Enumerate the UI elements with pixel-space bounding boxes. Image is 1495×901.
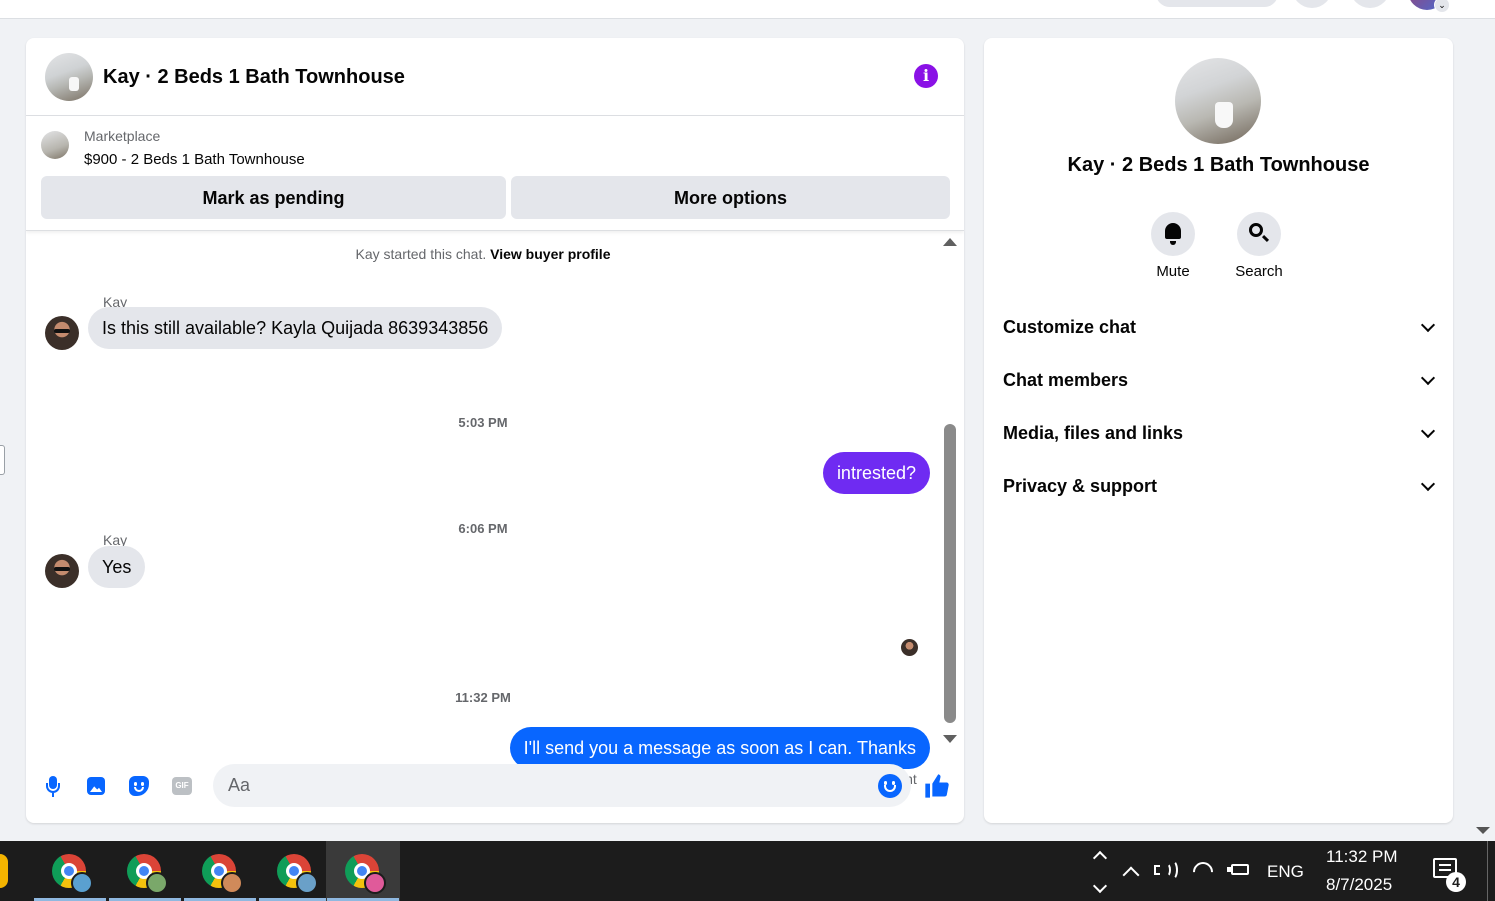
- mute-label: Mute: [1156, 263, 1190, 280]
- photo-icon[interactable]: [84, 774, 108, 798]
- mark-as-pending-button[interactable]: Mark as pending: [41, 176, 506, 219]
- taskbar-chrome-profile-5-active[interactable]: [326, 841, 400, 901]
- thumbs-up-icon[interactable]: [923, 772, 951, 800]
- gif-icon[interactable]: GIF: [170, 774, 194, 798]
- listing-title[interactable]: $900 - 2 Beds 1 Bath Townhouse: [84, 151, 305, 168]
- messenger-button[interactable]: [1350, 0, 1390, 8]
- taskbar-scroll-up-icon[interactable]: [1092, 850, 1108, 866]
- message-composer: GIF: [26, 760, 964, 816]
- mute-button[interactable]: Mute: [1138, 212, 1208, 280]
- battery-icon[interactable]: [1227, 860, 1251, 882]
- sender-avatar[interactable]: [45, 316, 79, 350]
- section-media-files-links[interactable]: Media, files and links: [1003, 414, 1436, 454]
- account-avatar[interactable]: ⌄: [1408, 0, 1450, 13]
- incoming-message[interactable]: Is this still available? Kayla Quijada 8…: [88, 307, 503, 349]
- page-scroll-down-arrow[interactable]: [1476, 827, 1490, 834]
- section-chat-members[interactable]: Chat members: [1003, 361, 1436, 401]
- chevron-down-icon: [1420, 370, 1436, 386]
- section-label: Chat members: [1003, 370, 1129, 390]
- chat-started-note: Kay started this chat. View buyer profil…: [26, 246, 940, 262]
- message-timestamp: 6:06 PM: [458, 521, 508, 536]
- emoji-icon[interactable]: [878, 774, 902, 798]
- network-icon[interactable]: [1188, 857, 1218, 887]
- taskbar-chrome-profile-4[interactable]: [258, 841, 332, 901]
- profile-badge-icon: [364, 872, 386, 894]
- taskbar-chrome-profile-1[interactable]: [33, 841, 107, 901]
- message-scrollbar-thumb[interactable]: [944, 424, 956, 723]
- chevron-down-icon: [1420, 476, 1436, 492]
- chat-header: Kay · 2 Beds 1 Bath Townhouse i: [26, 38, 964, 116]
- clock-date[interactable]: 8/7/2025: [1326, 875, 1392, 895]
- view-buyer-profile-link[interactable]: View buyer profile: [490, 246, 610, 262]
- section-customize-chat[interactable]: Customize chat: [1003, 308, 1436, 348]
- clock-time[interactable]: 11:32 PM: [1326, 847, 1398, 867]
- pinned-app-icon[interactable]: [0, 854, 8, 888]
- profile-badge-icon: [221, 872, 243, 894]
- windows-taskbar: ENG 11:32 PM 8/7/2025 4: [0, 841, 1495, 901]
- chevron-down-icon: [1420, 423, 1436, 439]
- outgoing-message[interactable]: intrested?: [822, 452, 930, 494]
- chat-panel: Kay · 2 Beds 1 Bath Townhouse i Marketpl…: [26, 38, 964, 823]
- search-label: Search: [1235, 263, 1283, 280]
- section-privacy-support[interactable]: Privacy & support: [1003, 467, 1436, 507]
- volume-icon[interactable]: [1154, 860, 1178, 882]
- left-edge-scrollbar: [0, 425, 6, 495]
- taskbar-scroll-down-icon[interactable]: [1092, 878, 1108, 894]
- incoming-message[interactable]: Yes: [88, 546, 146, 588]
- profile-badge-icon: [71, 872, 93, 894]
- details-avatar[interactable]: [1175, 58, 1261, 144]
- read-receipt-avatar: [901, 639, 918, 656]
- listing-thumbnail[interactable]: [41, 131, 69, 159]
- taskbar-chrome-profile-3[interactable]: [183, 841, 257, 901]
- top-search-pill[interactable]: [1156, 0, 1278, 7]
- conversation-title[interactable]: Kay · 2 Beds 1 Bath Townhouse: [103, 66, 405, 89]
- microphone-icon[interactable]: [41, 774, 65, 798]
- message-timestamp: 11:32 PM: [455, 690, 511, 705]
- notification-count-badge: 4: [1446, 872, 1466, 892]
- section-label: Media, files and links: [1003, 423, 1184, 443]
- marketplace-listing-banner: Marketplace $900 - 2 Beds 1 Bath Townhou…: [26, 116, 964, 231]
- scroll-up-arrow[interactable]: [943, 238, 957, 246]
- message-timestamp: 5:03 PM: [458, 415, 508, 430]
- section-label: Privacy & support: [1003, 476, 1158, 496]
- chevron-down-icon: ⌄: [1434, 0, 1450, 13]
- profile-badge-icon: [146, 872, 168, 894]
- chevron-down-icon: [1420, 317, 1436, 333]
- more-options-button[interactable]: More options: [511, 176, 950, 219]
- show-hidden-icons-icon[interactable]: [1122, 866, 1140, 884]
- chat-started-text: Kay started this chat.: [355, 246, 491, 262]
- scroll-down-arrow[interactable]: [943, 735, 957, 743]
- show-desktop-button[interactable]: [1487, 841, 1495, 901]
- section-label: Customize chat: [1003, 317, 1137, 337]
- message-input[interactable]: [213, 764, 911, 807]
- listing-source: Marketplace: [84, 128, 161, 144]
- profile-badge-icon: [296, 872, 318, 894]
- search-icon: [1249, 223, 1263, 237]
- sender-avatar[interactable]: [45, 554, 79, 588]
- bell-icon: [1165, 223, 1181, 245]
- taskbar-chrome-profile-2[interactable]: [108, 841, 182, 901]
- conversation-details-panel: Kay · 2 Beds 1 Bath Townhouse Mute Searc…: [984, 38, 1453, 823]
- input-language[interactable]: ENG: [1267, 862, 1304, 882]
- top-navigation-bar: ⌄: [0, 0, 1495, 19]
- details-title: Kay · 2 Beds 1 Bath Townhouse: [1067, 154, 1370, 176]
- sticker-icon[interactable]: [127, 774, 151, 798]
- message-list: Kay started this chat. View buyer profil…: [26, 231, 964, 787]
- search-button[interactable]: Search: [1224, 212, 1294, 280]
- conversation-avatar[interactable]: [45, 53, 93, 101]
- menu-button[interactable]: [1292, 0, 1332, 8]
- info-icon[interactable]: i: [914, 64, 938, 88]
